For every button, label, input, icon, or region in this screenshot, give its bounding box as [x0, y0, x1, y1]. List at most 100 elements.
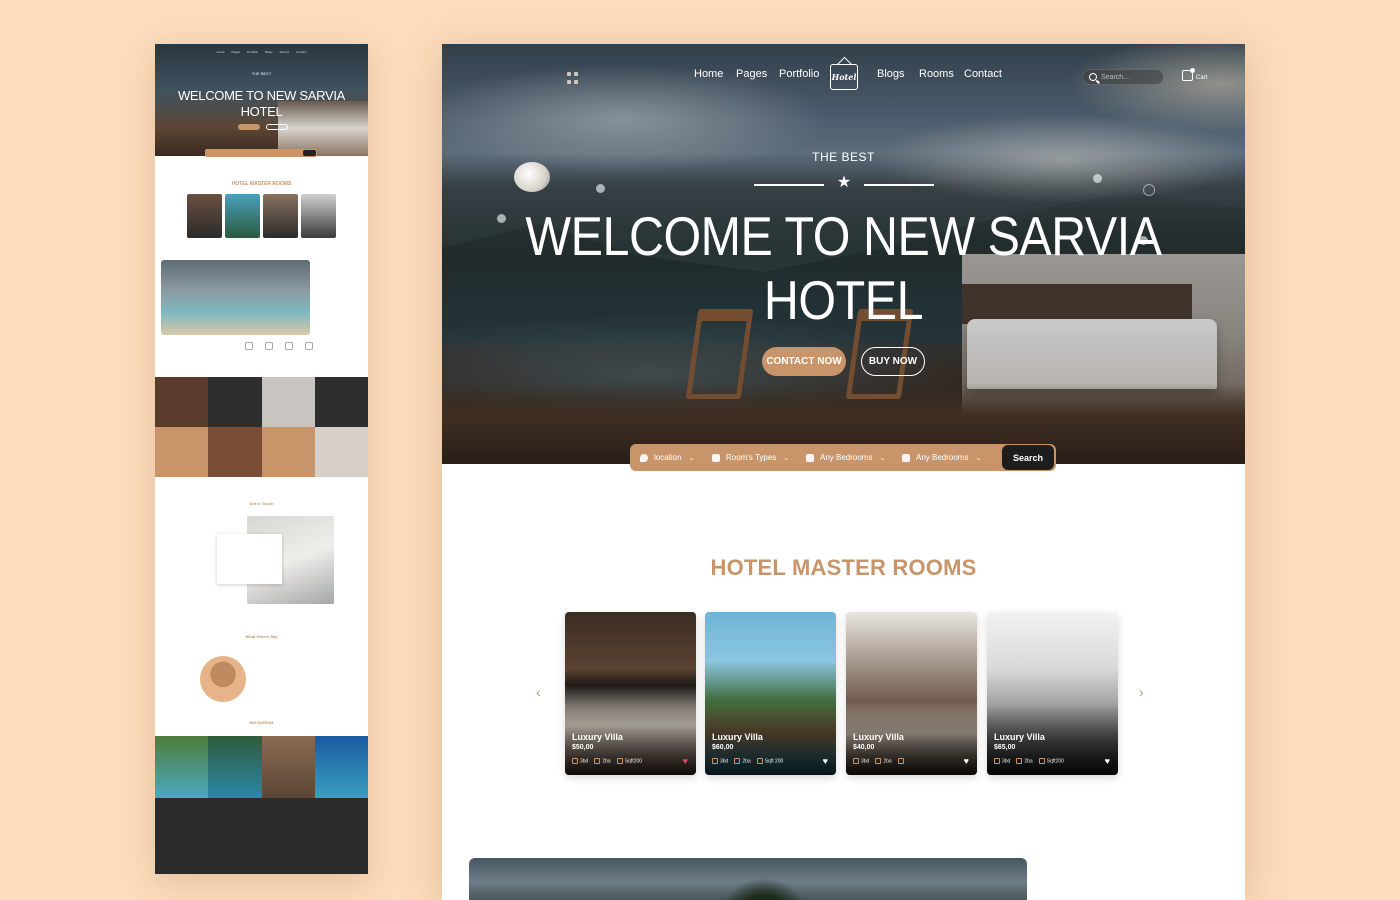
bed-icon: [994, 758, 1000, 764]
rooms-section-title: HOTEL MASTER ROOMS: [710, 555, 977, 580]
favorite-heart-icon[interactable]: ♥: [823, 756, 828, 766]
contact-now-button[interactable]: CONTACT NOW: [762, 347, 846, 376]
preview-feature-grid: [155, 377, 368, 477]
search-input[interactable]: [1101, 71, 1161, 84]
preview-title-line1: WELCOME TO NEW SARVIA: [177, 88, 346, 103]
hero-title: WELCOME TO NEW SARVIA HOTEL: [490, 204, 1197, 332]
area-icon: [756, 758, 763, 764]
hero-section: Home Pages Portfolio Hotel Blogs Rooms C…: [442, 44, 1245, 464]
preview-contact-button: [238, 124, 260, 130]
room-name: Luxury Villa: [994, 732, 1045, 742]
bedrooms-select-2[interactable]: Any Bedrooms ⌄: [902, 444, 992, 471]
preview-voucher-banner: [161, 260, 310, 335]
carousel-prev-arrow-icon[interactable]: ‹: [536, 684, 541, 700]
favorite-heart-icon[interactable]: ♥: [683, 756, 688, 766]
favorite-heart-icon[interactable]: ♥: [1105, 756, 1110, 766]
search-box[interactable]: [1082, 69, 1164, 85]
room-beds: 3bd: [1002, 758, 1011, 765]
room-baths: 2ba: [602, 758, 611, 765]
buy-now-button[interactable]: BUY NOW: [861, 347, 925, 376]
nav-blogs[interactable]: Blogs: [877, 68, 905, 80]
room-card[interactable]: Luxury Villa $60,00 3bd 2ba Sqft 200 ♥: [705, 612, 836, 775]
chevron-down-icon: ⌄: [879, 454, 886, 462]
area-icon: [1038, 758, 1045, 764]
bed-icon: [806, 453, 814, 462]
preview-grid-tile: [261, 377, 315, 427]
bed-icon: [712, 758, 718, 764]
menu-grid-icon[interactable]: [567, 72, 579, 84]
cart-label: Cart: [1196, 75, 1208, 81]
preview-nav-blogs: Blogs: [265, 50, 273, 54]
room-card[interactable]: Luxury Villa $50,00 3bd 2ba Sqft200 ♥: [565, 612, 696, 775]
room-baths: 2ba: [1024, 758, 1033, 765]
preview-footer: [155, 798, 368, 874]
hero-title-line2: HOTEL: [763, 269, 924, 331]
bedrooms-select-1[interactable]: Any Bedrooms ⌄: [806, 444, 902, 471]
area-icon: [897, 758, 904, 764]
preview-rooms-title: HOTEL MASTER ROOMS: [231, 181, 292, 187]
preview-photo: [208, 736, 262, 798]
search-icon: [1089, 73, 1097, 81]
preview-touch-title: Get in Touch: [249, 501, 274, 506]
hero-title-line1: WELCOME TO NEW SARVIA: [525, 205, 1162, 267]
preview-room-card: [263, 194, 298, 238]
booking-search-button[interactable]: Search: [1002, 445, 1054, 470]
preview-nav-portfolio: Portfolio: [247, 50, 259, 54]
bed-icon: [572, 758, 578, 764]
area-icon: [616, 758, 623, 764]
preview-testimonial-title: What Others Say: [245, 634, 278, 639]
top-nav: Home Pages Portfolio Hotel Blogs Rooms C…: [442, 64, 1245, 96]
bed-icon: [853, 758, 859, 764]
preview-nav-contact: Contact: [296, 50, 307, 54]
preview-nav-rooms: Rooms: [279, 50, 290, 54]
star-icon: ★: [836, 174, 852, 191]
nav-portfolio[interactable]: Portfolio: [779, 68, 819, 80]
preview-title-line2: HOTEL: [240, 104, 283, 119]
nav-pages[interactable]: Pages: [736, 68, 767, 80]
room-card[interactable]: Luxury Villa $65,00 3bd 2ba Sqft200 ♥: [987, 612, 1118, 775]
preview-room-card: [301, 194, 336, 238]
room-name: Luxury Villa: [712, 732, 763, 742]
preview-room-card: [187, 194, 222, 238]
hero-kicker: THE BEST: [812, 150, 875, 164]
dot-decoration: [1143, 184, 1155, 196]
room-baths: 2ba: [883, 758, 892, 765]
cart-button[interactable]: Cart: [1182, 68, 1212, 84]
moon-decoration: [514, 162, 550, 192]
nav-contact[interactable]: Contact: [964, 68, 1002, 80]
preview-instagram-title: INSTAGRAM: [249, 720, 274, 725]
preview-photo: [261, 736, 315, 798]
room-price: $65,00: [994, 744, 1016, 751]
chevron-down-icon: ⌄: [783, 454, 790, 462]
room-meta: 3bd 2ba Sqft200: [572, 758, 642, 764]
hotel-logo[interactable]: Hotel: [830, 64, 858, 90]
room-meta: 3bd 2ba Sqft 200: [712, 758, 783, 764]
amenity-icon: [245, 342, 253, 350]
preview-title: WELCOME TO NEW SARVIA HOTEL: [155, 88, 368, 120]
dot-decoration: [1093, 174, 1102, 183]
room-card[interactable]: Luxury Villa $40,00 3bd 2ba ♥: [846, 612, 977, 775]
carousel-next-arrow-icon[interactable]: ›: [1139, 684, 1144, 700]
nav-rooms[interactable]: Rooms: [919, 68, 954, 80]
main-page: Home Pages Portfolio Hotel Blogs Rooms C…: [442, 44, 1245, 900]
room-name: Luxury Villa: [853, 732, 904, 742]
chevron-down-icon: ⌄: [688, 454, 695, 462]
bath-icon: [734, 758, 741, 764]
location-select[interactable]: location ⌄: [640, 444, 710, 471]
favorite-heart-icon[interactable]: ♥: [964, 756, 969, 766]
preview-grid-tile: [314, 427, 368, 477]
preview-photo: [155, 736, 209, 798]
amenity-icon: [265, 342, 273, 350]
booking-bar: location ⌄ Room's Types ⌄ Any Bedrooms ⌄…: [630, 444, 1056, 471]
preview-nav-home: Home: [216, 50, 225, 54]
preview-photo: [314, 736, 368, 798]
nav-home[interactable]: Home: [694, 68, 723, 80]
chevron-down-icon: ⌄: [975, 454, 982, 462]
room-area: Sqft200: [1046, 758, 1064, 765]
room-beds: 3bd: [720, 758, 729, 765]
home-icon: [712, 453, 720, 462]
preview-nav: Home Pages Portfolio Blogs Rooms Contact: [155, 50, 368, 54]
room-types-select[interactable]: Room's Types ⌄: [712, 444, 804, 471]
room-types-label: Room's Types: [726, 453, 777, 462]
preview-buy-button: [266, 124, 288, 130]
